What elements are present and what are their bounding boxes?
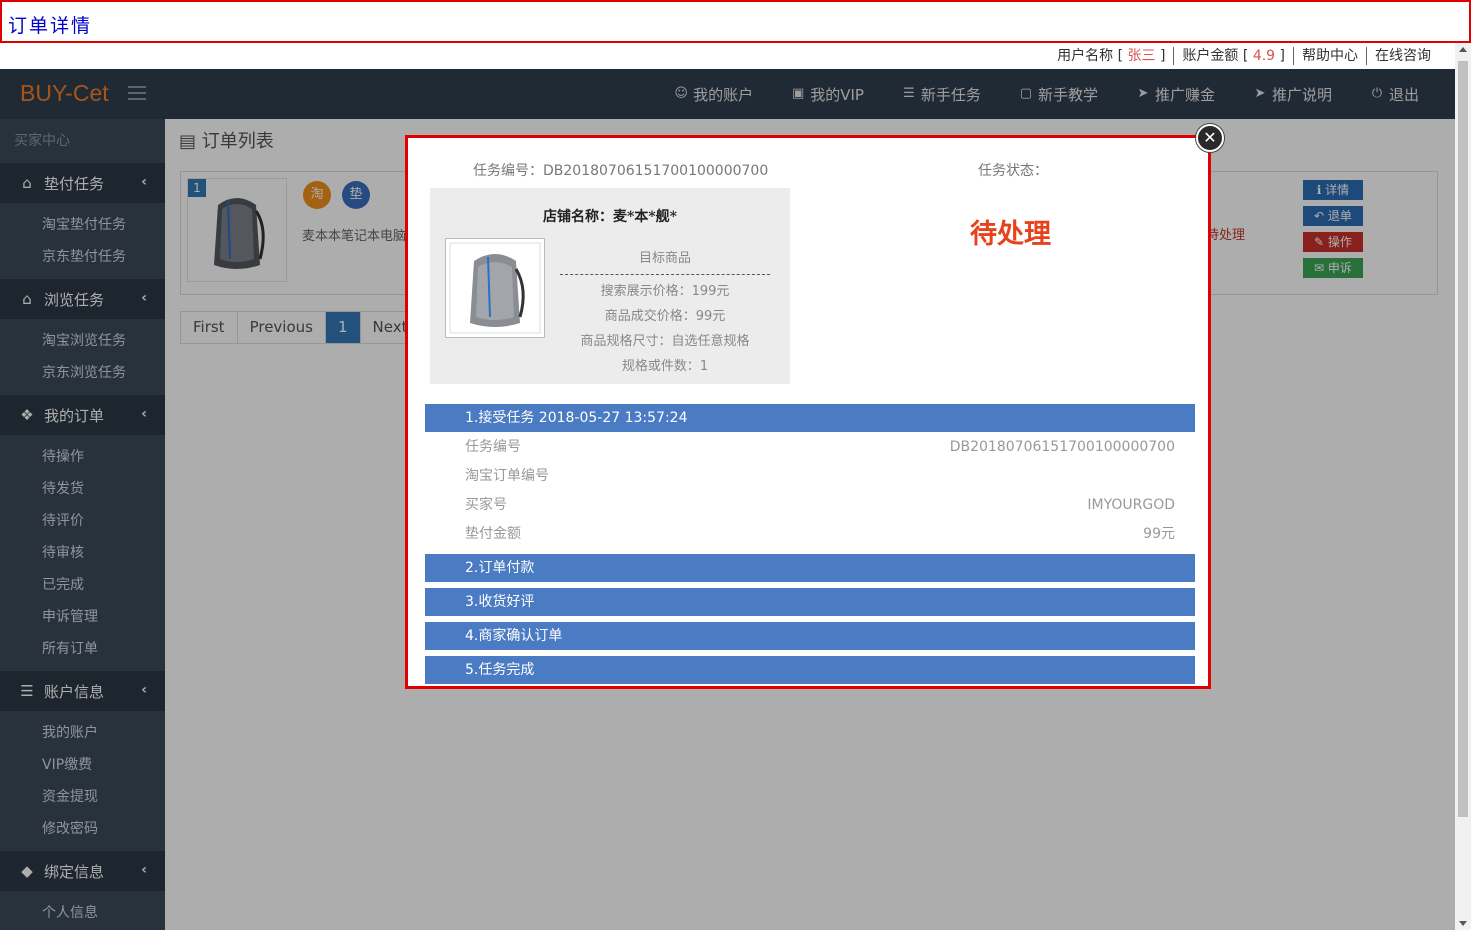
step-accept-task[interactable]: 1.接受任务 2018-05-27 13:57:24	[425, 404, 1195, 432]
balance-info: 账户金额 [ 4.9 ]	[1174, 47, 1294, 65]
product-spec: 商品规格尺寸：自选任意规格	[580, 334, 750, 349]
step-task-complete[interactable]: 5.任务完成	[425, 656, 1195, 684]
task-status: 待处理	[970, 219, 1051, 250]
balance-value: 4.9	[1252, 48, 1276, 64]
user-name: 张三	[1127, 48, 1156, 64]
page-scrollbar[interactable]	[1455, 43, 1471, 930]
step-receive-review[interactable]: 3.收货好评	[425, 588, 1195, 616]
task-status-label: 任务状态：	[978, 163, 1048, 179]
display-price: 搜索展示价格：199元	[600, 284, 730, 299]
detail-row: 垫付金额 99元	[465, 526, 1175, 542]
step-merchant-confirm[interactable]: 4.商家确认订单	[425, 622, 1195, 650]
product-info: 目标商品 搜索展示价格：199元 商品成交价格：99元 商品规格尺寸：自选任意规…	[560, 246, 770, 379]
order-detail-modal: 任务编号：DB20180706151700100000700 任务状态： 待处理…	[405, 135, 1211, 689]
scroll-down-icon[interactable]	[1459, 921, 1467, 926]
shop-info-box: 店铺名称：麦*本*舰* 目标商品 搜索展示价格：199元 商品成交价格：99元 …	[430, 188, 790, 384]
detail-row: 任务编号 DB20180706151700100000700	[465, 439, 1175, 455]
scroll-up-icon[interactable]	[1459, 47, 1467, 52]
shop-name: 店铺名称：麦*本*舰*	[543, 209, 677, 225]
scrollbar-thumb[interactable]	[1458, 61, 1468, 817]
help-center-link[interactable]: 帮助中心	[1294, 47, 1367, 65]
target-product-label: 目标商品	[560, 246, 770, 275]
user-name-info: 用户名称 [ 张三 ]	[1049, 47, 1175, 65]
product-quantity: 规格或件数：1	[621, 359, 709, 374]
window-title-bar: 订单详情	[0, 0, 1471, 43]
user-info-bar: 用户名称 [ 张三 ] 账户金额 [ 4.9 ] 帮助中心 在线咨询	[0, 43, 1455, 69]
window-title: 订单详情	[8, 15, 93, 37]
task-number-label: 任务编号：DB20180706151700100000700	[473, 163, 769, 179]
detail-row: 买家号 IMYOURGOD	[465, 497, 1175, 513]
step-order-payment[interactable]: 2.订单付款	[425, 554, 1195, 582]
backpack-image	[449, 242, 541, 334]
close-icon[interactable]: ✕	[1196, 124, 1224, 152]
detail-row: 淘宝订单编号	[465, 468, 549, 484]
product-image	[445, 238, 545, 338]
online-consult-link[interactable]: 在线咨询	[1367, 47, 1439, 65]
deal-price: 商品成交价格：99元	[604, 309, 726, 324]
